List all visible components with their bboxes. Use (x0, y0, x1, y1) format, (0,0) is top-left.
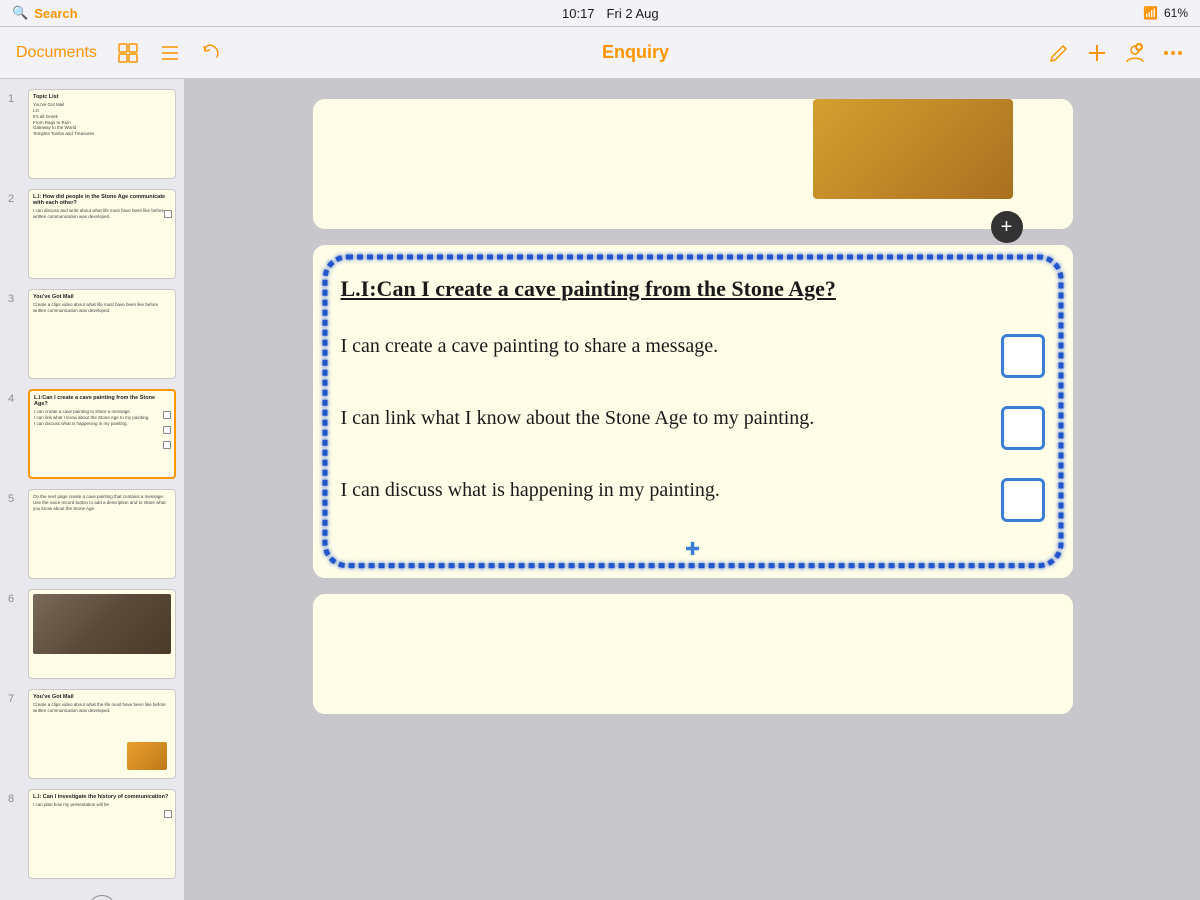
slide-thumb-2[interactable]: L.I: How did people in the Stone Age com… (28, 189, 176, 279)
sidebar-add: + (8, 887, 176, 900)
slide-add-button[interactable]: ✚ (685, 539, 700, 560)
main-layout: 1 Topic List You've Got MailLOIt's all G… (0, 79, 1200, 900)
content-area: + L.I:Can I create a cave pai (185, 79, 1200, 900)
sidebar-page-5: 5 On the next page create a cave paintin… (8, 487, 176, 581)
sidebar-page-8: 8 L.I: Can I investigate the history of … (8, 787, 176, 881)
sidebar-page-3: 3 You've Got Mail Create a clips video a… (8, 287, 176, 381)
slide-card-top: + (313, 99, 1073, 229)
sidebar-page-1: 1 Topic List You've Got MailLOIt's all G… (8, 87, 176, 181)
battery-level: 61% (1164, 6, 1188, 20)
li-item-2: I can link what I know about the Stone A… (341, 404, 1045, 450)
li-item-text-1: I can create a cave painting to share a … (341, 332, 985, 360)
slide-thumb-8[interactable]: L.I: Can I investigate the history of co… (28, 789, 176, 879)
account-icon[interactable] (1124, 42, 1146, 64)
page-num-8: 8 (8, 789, 22, 805)
page-num-6: 6 (8, 589, 22, 605)
li-checkbox-3[interactable] (1001, 478, 1045, 522)
li-item-text-3: I can discuss what is happening in my pa… (341, 476, 985, 504)
page-num-2: 2 (8, 189, 22, 205)
sidebar-page-7: 7 You've Got Mail Create a clips video a… (8, 687, 176, 781)
page-num-5: 5 (8, 489, 22, 505)
sidebar-page-6: 6 (8, 587, 176, 681)
sidebar-page-2: 2 L.I: How did people in the Stone Age c… (8, 187, 176, 281)
page-num-3: 3 (8, 289, 22, 305)
slide-thumb-1[interactable]: Topic List You've Got MailLOIt's all Gre… (28, 89, 176, 179)
slide-thumb-6[interactable] (28, 589, 176, 679)
li-title: L.I:Can I create a cave painting from th… (341, 275, 1045, 304)
li-item-1: I can create a cave painting to share a … (341, 332, 1045, 378)
status-bar: 🔍 Search 10:17 Fri 2 Aug 📶 61% (0, 0, 1200, 27)
documents-button[interactable]: Documents (16, 44, 97, 62)
status-date: Fri 2 Aug (607, 6, 659, 21)
page-num-1: 1 (8, 89, 22, 105)
slide-main-content: L.I:Can I create a cave painting from th… (341, 275, 1045, 522)
slide-top-image (813, 99, 1013, 199)
slide-thumb-5[interactable]: On the next page create a cave painting … (28, 489, 176, 579)
page-num-7: 7 (8, 689, 22, 705)
sidebar-page-4: 4 L.I:Can I create a cave painting from … (8, 387, 176, 481)
li-checkbox-1[interactable] (1001, 334, 1045, 378)
page-num-4: 4 (8, 389, 22, 405)
slide-card-bottom (313, 594, 1073, 714)
slide-thumb-3[interactable]: You've Got Mail Create a clips video abo… (28, 289, 176, 379)
slide-card-main: L.I:Can I create a cave painting from th… (313, 245, 1073, 578)
more-button[interactable] (1162, 42, 1184, 64)
pen-icon[interactable] (1048, 42, 1070, 64)
li-item-3: I can discuss what is happening in my pa… (341, 476, 1045, 522)
document-title: Enquiry (602, 42, 669, 62)
wifi-icon: 📶 (1143, 6, 1158, 20)
slide-thumb-4[interactable]: L.I:Can I create a cave painting from th… (28, 389, 176, 479)
list-icon[interactable] (159, 42, 181, 64)
layout-icon[interactable] (117, 42, 139, 64)
add-page-button[interactable]: + (88, 895, 116, 900)
li-checkbox-2[interactable] (1001, 406, 1045, 450)
toolbar: Documents Enquiry (0, 27, 1200, 79)
status-time: 10:17 (562, 6, 595, 21)
undo-icon[interactable] (201, 42, 223, 64)
add-button[interactable] (1086, 42, 1108, 64)
add-content-button[interactable]: + (991, 211, 1023, 243)
search-label[interactable]: Search (34, 6, 77, 21)
search-icon: 🔍 (12, 5, 28, 21)
slide-thumb-7[interactable]: You've Got Mail Create a clips video abo… (28, 689, 176, 779)
li-item-text-2: I can link what I know about the Stone A… (341, 404, 985, 432)
sidebar: 1 Topic List You've Got MailLOIt's all G… (0, 79, 185, 900)
